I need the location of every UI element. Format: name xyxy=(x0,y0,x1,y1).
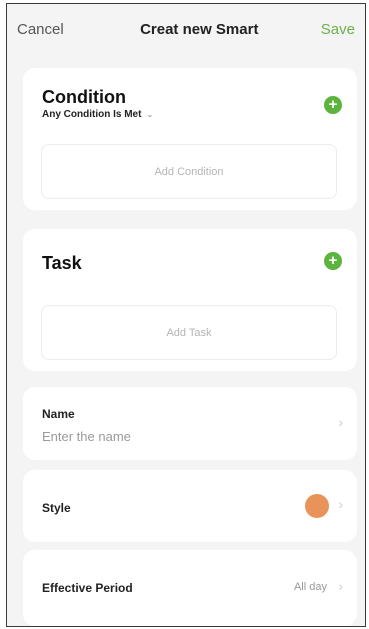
chevron-right-icon: › xyxy=(338,578,343,594)
name-label: Name xyxy=(42,407,75,421)
add-condition-plus-icon[interactable]: + xyxy=(324,96,342,114)
name-row[interactable]: Name Enter the name › xyxy=(23,387,357,460)
navigation-bar: Cancel Creat new Smart Save xyxy=(7,4,365,54)
chevron-down-icon: ⌄ xyxy=(146,110,154,119)
effective-period-label: Effective Period xyxy=(42,581,133,595)
add-task-label: Add Task xyxy=(166,326,212,339)
style-label: Style xyxy=(42,501,71,515)
add-task-button[interactable]: Add Task xyxy=(41,305,337,360)
condition-mode-label: Any Condition Is Met xyxy=(42,109,142,120)
chevron-right-icon: › xyxy=(338,414,343,430)
task-card: Task + Add Task xyxy=(23,229,357,371)
style-color-swatch[interactable] xyxy=(305,494,329,518)
cancel-button[interactable]: Cancel xyxy=(17,21,64,38)
chevron-right-icon: › xyxy=(338,496,343,512)
app-screen: Cancel Creat new Smart Save Condition An… xyxy=(6,3,366,627)
condition-card: Condition Any Condition Is Met ⌄ + Add C… xyxy=(23,68,357,210)
page-title: Creat new Smart xyxy=(140,20,259,38)
save-button[interactable]: Save xyxy=(321,21,355,38)
add-task-plus-icon[interactable]: + xyxy=(324,252,342,270)
add-condition-label: Add Condition xyxy=(154,165,224,178)
task-title: Task xyxy=(42,253,82,273)
effective-period-row[interactable]: Effective Period All day › xyxy=(23,550,357,626)
condition-title: Condition xyxy=(42,87,126,107)
effective-period-value: All day xyxy=(293,581,327,593)
style-row[interactable]: Style › xyxy=(23,470,357,542)
name-input[interactable]: Enter the name xyxy=(42,429,131,444)
condition-mode-selector[interactable]: Any Condition Is Met ⌄ xyxy=(42,109,153,120)
add-condition-button[interactable]: Add Condition xyxy=(41,144,337,199)
